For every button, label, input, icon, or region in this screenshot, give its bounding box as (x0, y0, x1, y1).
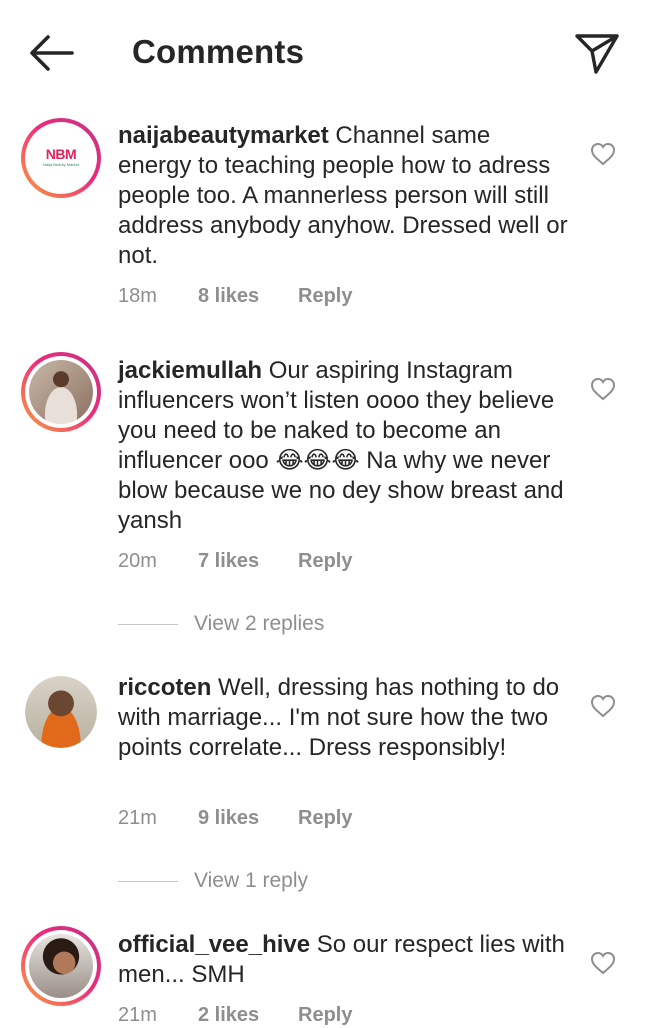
like-count[interactable]: 8 likes (198, 284, 259, 308)
comment-text: jackiemullah Our aspiring Instagram infl… (118, 356, 568, 536)
comment-time: 20m (118, 550, 157, 572)
comment-text: official_vee_hive So our respect lies wi… (118, 930, 568, 990)
reply-button[interactable]: Reply (298, 549, 352, 573)
heart-icon[interactable] (590, 694, 616, 718)
like-count[interactable]: 9 likes (198, 806, 259, 830)
reply-button[interactable]: Reply (298, 284, 352, 308)
view-replies-button[interactable]: View 2 replies (118, 612, 418, 636)
reply-button[interactable]: Reply (298, 806, 352, 830)
avatar-frame (25, 930, 97, 1002)
comment-username[interactable]: naijabeautymarket (118, 122, 329, 149)
profile-photo (29, 360, 93, 424)
view-replies-label[interactable]: View 2 replies (194, 612, 324, 636)
like-count[interactable]: 7 likes (198, 549, 259, 573)
comment-username[interactable]: jackiemullah (118, 357, 262, 384)
profile-photo (25, 676, 97, 748)
heart-icon[interactable] (590, 142, 616, 166)
comment-username[interactable]: official_vee_hive (118, 931, 310, 958)
divider (118, 624, 178, 625)
comment-text: riccoten Well, dressing has nothing to d… (118, 673, 568, 763)
avatar-frame (25, 676, 97, 748)
comment-time: 21m (118, 807, 157, 829)
heart-icon[interactable] (590, 951, 616, 975)
page-title: Comments (132, 33, 305, 70)
like-count[interactable]: 2 likes (198, 1003, 259, 1027)
divider (118, 881, 178, 882)
profile-photo (29, 934, 93, 998)
view-replies-label[interactable]: View 1 reply (194, 869, 308, 893)
comment-time: 18m (118, 285, 157, 307)
header-bar: Comments (0, 0, 654, 105)
paper-plane-icon[interactable] (574, 30, 620, 76)
comment-text: naijabeautymarket Channel same energy to… (118, 121, 568, 271)
heart-icon[interactable] (590, 377, 616, 401)
reply-button[interactable]: Reply (298, 1003, 352, 1027)
avatar[interactable] (21, 926, 101, 1006)
brand-logo-letters: NBM (45, 146, 77, 162)
brand-logo: NBM Naija Beauty Market (29, 126, 93, 190)
avatar[interactable] (21, 672, 101, 752)
avatar-frame: NBM Naija Beauty Market (25, 122, 97, 194)
avatar[interactable] (21, 352, 101, 432)
avatar[interactable]: NBM Naija Beauty Market (21, 118, 101, 198)
comment-time: 21m (118, 1004, 157, 1026)
arrow-left-icon[interactable] (28, 34, 74, 72)
view-replies-button[interactable]: View 1 reply (118, 869, 418, 893)
comment-username[interactable]: riccoten (118, 674, 211, 701)
avatar-frame (25, 356, 97, 428)
brand-logo-tagline: Naija Beauty Market (42, 162, 79, 167)
